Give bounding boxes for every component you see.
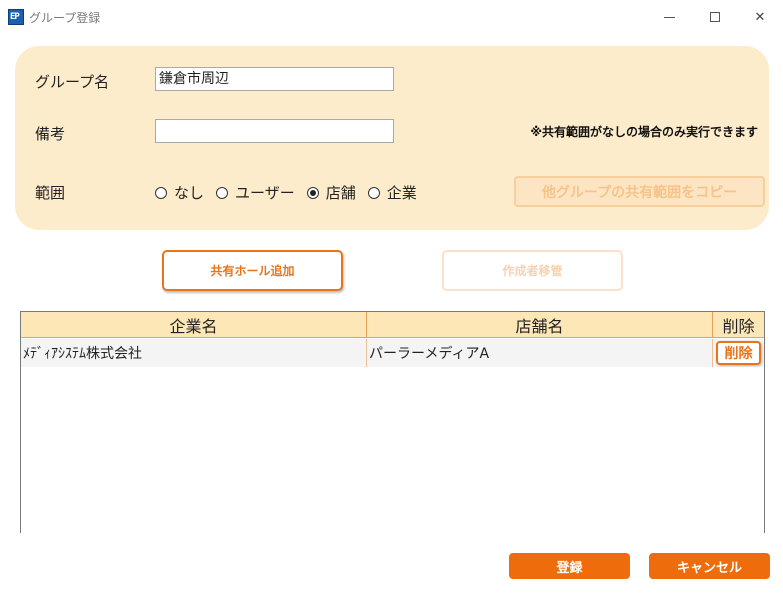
scope-label: 範囲 <box>35 184 66 202</box>
column-header-delete: 削除 <box>722 316 755 336</box>
maximize-button[interactable] <box>692 3 738 31</box>
close-button[interactable]: ✕ <box>737 3 783 31</box>
scope-radio-company[interactable]: 企業 <box>367 182 417 203</box>
form-panel: グループ名 鎌倉市周辺 備考 ※共有範囲がなしの場合のみ実行できます 範囲 なし… <box>15 46 769 230</box>
remarks-label: 備考 <box>35 125 66 143</box>
column-header-store: 店舗名 <box>367 312 713 337</box>
title-bar: EP グループ登録 ✕ <box>0 0 783 34</box>
scope-radio-group: なし ユーザー 店舗 企業 <box>155 182 429 203</box>
copy-shared-scope-button[interactable]: 他グループの共有範囲をコピー <box>514 176 765 207</box>
transfer-creator-button[interactable]: 作成者移管 <box>442 250 623 291</box>
scope-radio-user[interactable]: ユーザー <box>216 182 295 203</box>
group-name-input[interactable]: 鎌倉市周辺 <box>155 67 394 91</box>
radio-unchecked-icon <box>367 186 380 199</box>
app-icon: EP <box>8 9 24 25</box>
radio-unchecked-icon <box>155 186 167 199</box>
cancel-button[interactable]: キャンセル <box>649 553 770 579</box>
minimize-icon <box>663 16 675 18</box>
remarks-input[interactable] <box>155 119 394 143</box>
app-icon-text: EP <box>10 12 20 22</box>
table-header: 企業名 店舗名 削除 <box>21 312 764 338</box>
table-row[interactable]: ﾒﾃﾞｨｱｼｽﾃﾑ株式会社 パーラーメディアA 削除 <box>21 339 764 367</box>
scope-radio-none[interactable]: なし <box>155 182 204 203</box>
register-button[interactable]: 登録 <box>509 553 630 579</box>
group-name-label: グループ名 <box>35 73 110 91</box>
add-shared-hall-button[interactable]: 共有ホール追加 <box>162 250 343 291</box>
minimize-button[interactable] <box>646 3 692 31</box>
scope-radio-label: ユーザー <box>235 184 295 202</box>
delete-row-button[interactable]: 削除 <box>716 341 761 365</box>
cell-delete: 削除 <box>713 339 764 367</box>
column-header-company: 企業名 <box>21 312 367 337</box>
scope-radio-label: なし <box>174 184 205 202</box>
maximize-icon <box>710 12 720 22</box>
close-icon: ✕ <box>754 9 766 25</box>
shared-hall-table: 企業名 店舗名 削除 ﾒﾃﾞｨｱｼｽﾃﾑ株式会社 パーラーメディアA 削除 <box>20 311 765 533</box>
scope-radio-label: 企業 <box>386 184 417 202</box>
radio-checked-icon <box>306 186 319 199</box>
scope-radio-store[interactable]: 店舗 <box>306 182 356 203</box>
scope-note: ※共有範囲がなしの場合のみ実行できます <box>530 125 758 139</box>
scope-radio-label: 店舗 <box>325 184 356 202</box>
cell-store: パーラーメディアA <box>367 339 713 367</box>
radio-unchecked-icon <box>216 186 229 199</box>
window-title: グループ登録 <box>29 11 101 25</box>
cell-company: ﾒﾃﾞｨｱｼｽﾃﾑ株式会社 <box>21 339 367 367</box>
